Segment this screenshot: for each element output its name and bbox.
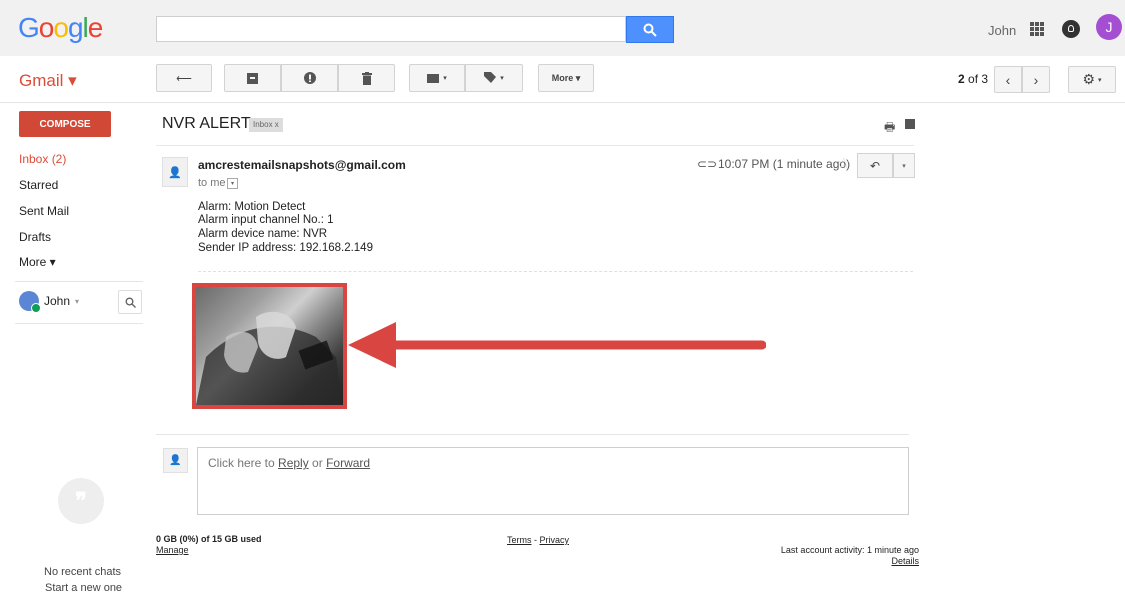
gmail-app-switcher[interactable]: Gmail ▾ — [19, 71, 77, 91]
back-arrow-icon: ⟵ — [176, 72, 192, 85]
print-icon: 🖶 — [884, 120, 896, 134]
search-input[interactable] — [156, 16, 626, 42]
gear-icon: ⚙ — [1082, 71, 1096, 87]
spam-icon — [303, 72, 316, 84]
account-name[interactable]: John — [988, 23, 1016, 38]
user-avatar-icon — [19, 291, 41, 313]
storage-usage: 0 GB (0%) of 15 GB used — [156, 534, 262, 544]
chat-search-button[interactable] — [118, 290, 142, 314]
snapshot-image-attachment[interactable] — [192, 283, 347, 409]
chevron-right-icon: › — [1033, 71, 1039, 88]
reply-divider — [156, 434, 909, 435]
sidebar-item-drafts[interactable]: Drafts — [19, 230, 51, 244]
sidebar-divider — [15, 323, 143, 324]
chevron-down-icon: ▾ — [1098, 76, 1102, 84]
forward-link[interactable]: Forward — [326, 456, 370, 470]
more-message-options-button[interactable]: ▾ — [893, 153, 915, 178]
chevron-left-icon: ‹ — [1005, 71, 1011, 88]
quoted-text-divider — [198, 271, 913, 272]
search-icon — [125, 297, 136, 308]
start-new-chat-link[interactable]: Start a new one — [45, 582, 122, 594]
move-to-button[interactable]: ▾ — [409, 64, 465, 92]
older-button[interactable]: › — [1022, 66, 1050, 93]
attachment-icon: ⊂⊃ — [697, 157, 718, 171]
chevron-down-icon: ▾ — [500, 75, 504, 82]
newer-button[interactable]: ‹ — [994, 66, 1022, 93]
body-line: Alarm: Motion Detect — [198, 201, 306, 213]
search-icon — [643, 23, 657, 37]
chevron-down-icon: ▾ — [902, 162, 906, 170]
terms-link[interactable]: Terms — [507, 535, 532, 545]
account-avatar[interactable]: J — [1096, 14, 1122, 40]
body-line: Alarm device name: NVR — [198, 228, 328, 240]
last-activity-text: Last account activity: 1 minute ago — [780, 545, 919, 555]
header-divider — [156, 145, 914, 146]
body-line: Sender IP address: 192.168.2.149 — [198, 242, 373, 254]
logo-letter: G — [18, 12, 40, 43]
show-details-toggle[interactable]: ▾ — [227, 178, 238, 189]
logo-letter: e — [87, 12, 104, 43]
sidebar-divider — [15, 281, 143, 282]
hand-photo — [196, 311, 343, 405]
hangouts-user-name: John — [44, 294, 71, 308]
footer-links: Terms - Privacy — [507, 535, 570, 545]
label-tag-icon — [484, 72, 497, 83]
manage-storage-link[interactable]: Manage — [156, 545, 189, 555]
folder-icon — [427, 73, 440, 83]
chevron-down-icon: ▾ — [75, 296, 80, 306]
email-subject: NVR ALERT — [162, 115, 251, 132]
labels-button[interactable]: ▾ — [465, 64, 523, 92]
compose-button[interactable]: COMPOSE — [19, 111, 111, 137]
trash-icon — [361, 71, 372, 85]
reply-button[interactable]: ↶ — [857, 153, 893, 178]
archive-button[interactable] — [224, 64, 281, 92]
sidebar-item-more[interactable]: More ▾ — [19, 255, 56, 269]
sender-avatar-icon: 👤 — [162, 157, 188, 187]
user-avatar-icon: 👤 — [163, 448, 188, 473]
reply-arrow-icon: ↶ — [869, 158, 881, 173]
apps-grid-icon[interactable] — [1030, 22, 1044, 36]
privacy-link[interactable]: Privacy — [540, 535, 570, 545]
annotation-arrow — [348, 322, 766, 368]
sender-email[interactable]: amcrestemailsnapshots@gmail.com — [198, 158, 406, 172]
body-line: Alarm input channel No.: 1 — [198, 214, 334, 226]
google-logo[interactable]: Google — [18, 12, 104, 44]
delete-button[interactable] — [338, 64, 395, 92]
reply-link[interactable]: Reply — [278, 456, 309, 470]
no-recent-chats-text: No recent chats — [44, 566, 122, 578]
hangouts-user-menu[interactable]: John ▾ — [19, 291, 80, 313]
logo-letter: o — [53, 12, 69, 43]
archive-icon — [247, 72, 258, 84]
hangouts-quote-icon: ❞ — [58, 478, 104, 524]
message-timestamp: 10:07 PM (1 minute ago) — [718, 157, 851, 171]
star-icon[interactable]: ☆ — [837, 154, 850, 172]
pagination-counter: 2 of 3 — [958, 72, 989, 86]
new-window-icon[interactable] — [905, 119, 915, 129]
search-button[interactable] — [626, 16, 674, 43]
settings-button[interactable]: ⚙ ▾ — [1068, 66, 1116, 93]
details-link[interactable]: Details — [870, 556, 919, 566]
sidebar-item-starred[interactable]: Starred — [19, 178, 58, 192]
recipient-text: to me — [198, 177, 226, 189]
chevron-down-icon: ▾ — [443, 75, 447, 82]
inbox-label-tag[interactable]: Inbox x — [249, 118, 283, 132]
more-actions-button[interactable]: More ▾ — [538, 64, 594, 92]
logo-letter: g — [67, 12, 84, 43]
print-all-button[interactable]: 🖶 — [884, 118, 895, 139]
report-spam-button[interactable] — [281, 64, 338, 92]
notifications-icon[interactable] — [1062, 20, 1080, 38]
logo-letter: o — [38, 12, 55, 43]
sidebar-item-inbox[interactable]: Inbox (2) — [19, 152, 66, 166]
back-button[interactable]: ⟵ — [156, 64, 212, 92]
reply-prompt: Click here to Reply or Forward — [208, 456, 371, 470]
sidebar-item-sent-mail[interactable]: Sent Mail — [19, 204, 69, 218]
